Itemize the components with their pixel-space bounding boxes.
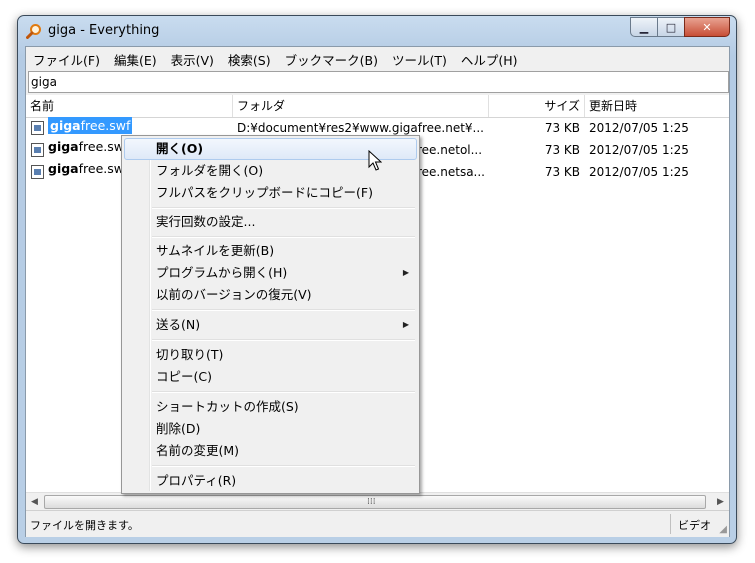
menu-cut[interactable]: 切り取り(T)	[124, 344, 417, 366]
magnifier-app-icon	[26, 24, 41, 39]
window-title: giga - Everything	[48, 23, 160, 38]
menu-help[interactable]: ヘルプ(H)	[454, 47, 525, 69]
menu-separator	[152, 207, 415, 209]
file-folder: ree.netol...	[417, 143, 483, 157]
maximize-button[interactable]: □	[657, 17, 685, 37]
menu-tools[interactable]: ツール(T)	[385, 47, 454, 69]
maximize-icon: □	[665, 20, 677, 34]
column-date[interactable]: 更新日時	[585, 95, 729, 117]
file-size: 73 KB	[544, 165, 580, 179]
menu-bookmark[interactable]: ブックマーク(B)	[278, 47, 385, 69]
status-filter: ビデオ	[678, 519, 711, 532]
scroll-thumb[interactable]: ⁞⁞⁞	[44, 495, 706, 509]
menu-file[interactable]: ファイル(F)	[26, 47, 107, 69]
scroll-right-icon[interactable]: ▶	[712, 493, 729, 510]
file-folder: ree.netsa...	[417, 165, 485, 179]
menu-run-count[interactable]: 実行回数の設定...	[124, 211, 417, 233]
status-bar: ファイルを開きます。 ビデオ ◢	[26, 510, 729, 537]
menu-separator	[152, 339, 415, 341]
close-button[interactable]: ✕	[684, 17, 730, 37]
menu-view[interactable]: 表示(V)	[164, 47, 221, 69]
status-divider	[670, 514, 671, 534]
menu-separator	[152, 309, 415, 311]
file-date: 2012/07/05 1:25	[589, 143, 689, 157]
menu-update-thumbnail[interactable]: サムネイルを更新(B)	[124, 240, 417, 262]
menu-send-to[interactable]: 送る(N) ▶	[124, 314, 417, 336]
file-size: 73 KB	[544, 143, 580, 157]
horizontal-scrollbar[interactable]: ◀ ⁞⁞⁞ ▶	[26, 492, 729, 510]
close-icon: ✕	[702, 20, 712, 34]
column-name[interactable]: 名前	[26, 95, 233, 117]
menu-separator	[152, 391, 415, 393]
file-size: 73 KB	[544, 121, 580, 135]
menu-open-with[interactable]: プログラムから開く(H) ▶	[124, 262, 417, 284]
caption-buttons: ▁ □ ✕	[630, 17, 730, 37]
column-header: 名前 フォルダ サイズ 更新日時	[26, 95, 729, 118]
menu-delete[interactable]: 削除(D)	[124, 418, 417, 440]
menu-create-shortcut[interactable]: ショートカットの作成(S)	[124, 396, 417, 418]
minimize-button[interactable]: ▁	[630, 17, 658, 37]
status-text: ファイルを開きます。	[30, 519, 139, 532]
swf-file-icon	[31, 165, 44, 179]
file-date: 2012/07/05 1:25	[589, 165, 689, 179]
menu-search[interactable]: 検索(S)	[221, 47, 278, 69]
menu-separator	[152, 236, 415, 238]
menu-properties[interactable]: プロパティ(R)	[124, 470, 417, 492]
search-input[interactable]	[28, 71, 729, 93]
resize-grip-icon[interactable]: ◢	[719, 524, 727, 535]
mouse-cursor-icon	[368, 150, 382, 171]
file-name: gigafree.swf	[48, 161, 129, 176]
swf-file-icon	[31, 121, 44, 135]
minimize-icon: ▁	[639, 20, 649, 34]
menu-copy-full-path[interactable]: フルパスをクリップボードにコピー(F)	[124, 182, 417, 204]
swf-file-icon	[31, 143, 44, 157]
menu-rename[interactable]: 名前の変更(M)	[124, 440, 417, 462]
grip-icon: ⁞⁞⁞	[367, 497, 376, 507]
title-bar[interactable]: giga - Everything ▁ □ ✕	[18, 16, 736, 46]
scroll-left-icon[interactable]: ◀	[26, 493, 43, 510]
file-date: 2012/07/05 1:25	[589, 121, 689, 135]
column-size[interactable]: サイズ	[489, 95, 585, 117]
menu-bar: ファイル(F) 編集(E) 表示(V) 検索(S) ブックマーク(B) ツール(…	[26, 47, 729, 69]
menu-separator	[152, 465, 415, 467]
menu-edit[interactable]: 編集(E)	[107, 47, 164, 69]
context-menu: 開く(O) フォルダを開く(O) フルパスをクリップボードにコピー(F) 実行回…	[121, 135, 420, 494]
column-folder[interactable]: フォルダ	[233, 95, 489, 117]
search-bar	[26, 69, 729, 95]
submenu-arrow-icon: ▶	[402, 268, 409, 277]
file-name: gigafree.swf	[48, 139, 129, 154]
menu-restore-previous[interactable]: 以前のバージョンの復元(V)	[124, 284, 417, 306]
file-name: gigafree.swf	[48, 117, 133, 134]
menu-copy[interactable]: コピー(C)	[124, 366, 417, 388]
submenu-arrow-icon: ▶	[402, 320, 409, 329]
